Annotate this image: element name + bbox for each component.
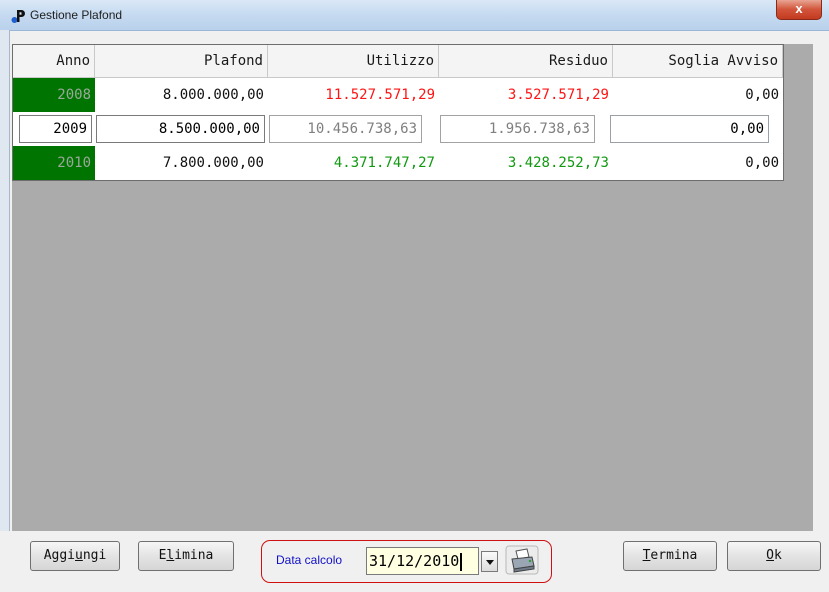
cell-plafond[interactable]: 8.000.000,00: [95, 78, 268, 112]
column-header-residuo[interactable]: Residuo: [439, 45, 613, 78]
ok-hotkey: O: [766, 548, 774, 563]
table-header: Anno Plafond Utilizzo Residuo Soglia Avv…: [13, 45, 783, 78]
table-row[interactable]: 2010 7.800.000,00 4.371.747,27 3.428.252…: [13, 146, 783, 180]
plafond-table: Anno Plafond Utilizzo Residuo Soglia Avv…: [12, 44, 784, 181]
app-logo-icon: [11, 10, 25, 23]
cell-soglia-avviso[interactable]: 0,00: [613, 78, 783, 112]
cell-utilizzo[interactable]: 11.527.571,29: [268, 78, 439, 112]
data-calcolo-value: 31/12/2010: [369, 552, 460, 570]
column-header-utilizzo[interactable]: Utilizzo: [268, 45, 439, 78]
edit-residuo[interactable]: 1.956.738,63: [440, 115, 595, 143]
close-button[interactable]: x: [776, 0, 822, 20]
gestione-plafond-window: Gestione Plafond x Anno Plafond Utilizzo…: [0, 0, 829, 592]
data-calcolo-input[interactable]: 31/12/2010: [366, 547, 479, 575]
edit-anno[interactable]: 2009: [19, 115, 92, 143]
date-dropdown-button[interactable]: [481, 551, 498, 572]
printer-icon[interactable]: [505, 545, 539, 575]
ok-label-post: k: [774, 548, 782, 563]
window-title: Gestione Plafond: [30, 8, 123, 22]
table-row[interactable]: 2008 8.000.000,00 11.527.571,29 3.527.57…: [13, 78, 783, 112]
aggiungi-hotkey: u: [75, 548, 83, 563]
data-calcolo-label: Data calcolo: [276, 553, 343, 567]
edit-plafond[interactable]: 8.500.000,00: [96, 115, 265, 143]
elimina-label-post: imina: [174, 548, 214, 563]
elimina-button[interactable]: Elimina: [138, 541, 234, 571]
chevron-down-icon: [486, 560, 494, 565]
ok-button[interactable]: Ok: [727, 541, 821, 571]
window-left-edge: [0, 30, 10, 592]
cell-utilizzo[interactable]: 4.371.747,27: [268, 146, 439, 180]
edit-soglia-avviso[interactable]: 0,00: [610, 115, 769, 143]
column-header-anno[interactable]: Anno: [13, 45, 95, 78]
aggiungi-button[interactable]: Aggiungi: [30, 541, 120, 571]
edit-utilizzo[interactable]: 10.456.738,63: [269, 115, 422, 143]
column-header-soglia-avviso[interactable]: Soglia Avviso: [613, 45, 783, 78]
aggiungi-label-post: ngi: [82, 548, 107, 563]
cell-residuo[interactable]: 3.428.252,73: [439, 146, 613, 180]
cell-residuo[interactable]: 3.527.571,29: [439, 78, 613, 112]
termina-button[interactable]: Termina: [623, 541, 717, 571]
table-row-editing[interactable]: 2009 8.500.000,00 10.456.738,63 1.956.73…: [13, 112, 783, 146]
text-caret: [460, 552, 463, 571]
cell-anno[interactable]: 2008: [13, 78, 95, 112]
termina-label-post: ermina: [650, 548, 698, 563]
cell-anno[interactable]: 2010: [13, 146, 95, 180]
cell-plafond[interactable]: 7.800.000,00: [95, 146, 268, 180]
cell-soglia-avviso[interactable]: 0,00: [613, 146, 783, 180]
column-header-plafond[interactable]: Plafond: [95, 45, 268, 78]
title-bar: Gestione Plafond x: [0, 0, 829, 31]
aggiungi-label-pre: Aggi: [43, 548, 75, 563]
